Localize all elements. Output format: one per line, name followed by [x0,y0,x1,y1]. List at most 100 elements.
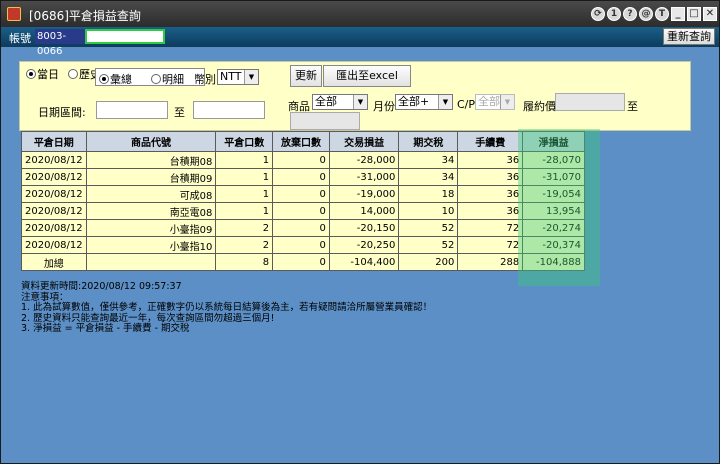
cell-date: 2020/08/12 [21,185,87,203]
strike-to-label: 至 [627,100,638,113]
header-abandon-qty[interactable]: 放棄口數 [272,131,330,152]
cell-abandon-qty: 0 [272,151,330,169]
text-icon[interactable]: T [655,7,669,21]
cell-trade-pnl: -31,000 [328,168,400,186]
header-product-code[interactable]: 商品代號 [85,131,217,152]
table-total-row[interactable]: 加總 8 0 -104,400 200 288 -104,888 [21,253,585,271]
cell-product: 可成08 [85,185,217,203]
close-icon[interactable]: ✕ [703,7,717,21]
cell-fee: 36 [457,185,524,203]
product-select[interactable]: 全部 ▼ [312,94,368,110]
cp-label: C/P [457,98,476,111]
header-trade-pnl[interactable]: 交易損益 [328,131,400,152]
minimize-icon[interactable]: _ [671,7,685,21]
cell-date: 2020/08/12 [21,168,87,186]
header-fee[interactable]: 手續費 [457,131,524,152]
view-detail-radio[interactable]: 明細 [151,71,184,87]
date-from-input[interactable] [96,101,168,119]
header-tax[interactable]: 期交稅 [398,131,459,152]
month-select[interactable]: 全部+ ▼ [395,94,453,110]
main-window: [0686]平倉損益查詢 ⟳ 1 ? @ T _ □ ✕ 帳號 8003-006… [0,0,720,464]
table-row[interactable]: 2020/08/12 小臺指10 2 0 -20,250 52 72 -20,3… [21,236,585,254]
cell-tax: 52 [398,236,459,254]
cell-fee: 36 [457,202,524,220]
strike-from-input[interactable] [555,93,625,111]
cell-trade-pnl: -20,150 [328,219,400,237]
cell-date: 2020/08/12 [21,219,87,237]
cell-trade-pnl: -19,000 [328,185,400,203]
currency-select[interactable]: NTT ▼ [217,69,259,85]
cell-trade-pnl: -28,000 [328,151,400,169]
cell-product: 小臺指09 [85,219,217,237]
cell-date: 2020/08/12 [21,151,87,169]
chevron-down-icon: ▼ [438,95,452,109]
table-row[interactable]: 2020/08/12 南亞電08 1 0 14,000 10 36 13,954 [21,202,585,220]
account-input[interactable] [85,29,165,44]
export-excel-button[interactable]: 匯出至excel [323,65,411,87]
cell-abandon-qty: 0 [272,202,330,220]
view-summary-radio[interactable]: 彙總 [99,71,132,87]
cell-net-pnl: -28,070 [522,151,585,169]
requery-button[interactable]: 重新查詢 [663,28,715,45]
strike-to-input[interactable] [290,112,360,130]
total-net-pnl: -104,888 [522,253,585,271]
radio-unchecked-icon [68,69,78,79]
header-close-date[interactable]: 平倉日期 [21,131,87,152]
title-bar[interactable]: [0686]平倉損益查詢 ⟳ 1 ? @ T _ □ ✕ [1,1,719,27]
cell-tax: 18 [398,185,459,203]
month-label: 月份 [373,100,395,113]
cell-tax: 52 [398,219,459,237]
table-row[interactable]: 2020/08/12 小臺指09 2 0 -20,150 52 72 -20,2… [21,219,585,237]
header-close-qty[interactable]: 平倉口數 [215,131,274,152]
cell-date: 2020/08/12 [21,202,87,220]
query-panel: 當日 歷史 彙總 明細 幣別 NTT ▼ 更新 匯出至excel 日期區間: 至 … [19,61,691,131]
date-range-label: 日期區間: [38,106,86,119]
chevron-down-icon: ▼ [353,95,367,109]
cell-tax: 34 [398,168,459,186]
table-row[interactable]: 2020/08/12 台積期08 1 0 -28,000 34 36 -28,0… [21,151,585,169]
cell-fee: 36 [457,151,524,169]
cell-date: 2020/08/12 [21,236,87,254]
cp-select[interactable]: 全部 ▼ [475,94,515,110]
table-row[interactable]: 2020/08/12 台積期09 1 0 -31,000 34 36 -31,0… [21,168,585,186]
cell-trade-pnl: -20,250 [328,236,400,254]
note-3: 3. 淨損益 = 平倉損益 - 手續費 - 期交稅 [21,323,190,334]
account-bar: 帳號 8003-0066 重新查詢 [1,27,719,57]
cell-net-pnl: 13,954 [522,202,585,220]
cell-close-qty: 2 [215,219,274,237]
cell-fee: 36 [457,168,524,186]
chevron-down-icon: ▼ [500,95,514,109]
cell-abandon-qty: 0 [272,168,330,186]
refresh-icon[interactable]: ⟳ [591,7,605,21]
total-product [85,253,217,271]
cell-abandon-qty: 0 [272,219,330,237]
maximize-icon[interactable]: □ [687,7,701,21]
header-net-pnl[interactable]: 淨損益 [522,131,585,152]
help-icon[interactable]: ? [623,7,637,21]
refresh-button[interactable]: 更新 [290,65,322,87]
account-label: 帳號 [9,32,31,45]
radio-checked-icon [26,69,36,79]
at-icon[interactable]: @ [639,7,653,21]
cell-net-pnl: -20,274 [522,219,585,237]
period-today-radio[interactable]: 當日 [26,66,59,82]
cell-fee: 72 [457,236,524,254]
total-trade-pnl: -104,400 [328,253,400,271]
one-icon[interactable]: 1 [607,7,621,21]
cell-product: 台積期08 [85,151,217,169]
window-title: [0686]平倉損益查詢 [29,9,141,23]
table-row[interactable]: 2020/08/12 可成08 1 0 -19,000 18 36 -19,05… [21,185,585,203]
view-mode-group: 彙總 明細 [95,68,205,86]
cell-close-qty: 2 [215,236,274,254]
cell-fee: 72 [457,219,524,237]
cell-product: 南亞電08 [85,202,217,220]
cell-product: 小臺指10 [85,236,217,254]
date-to-input[interactable] [193,101,265,119]
cell-net-pnl: -31,070 [522,168,585,186]
cell-net-pnl: -20,374 [522,236,585,254]
account-select[interactable]: 8003-0066 [35,29,85,57]
strike-label: 履約價 [523,100,556,113]
total-abandon-qty: 0 [272,253,330,271]
total-fee: 288 [457,253,524,271]
date-to-label: 至 [174,106,185,119]
